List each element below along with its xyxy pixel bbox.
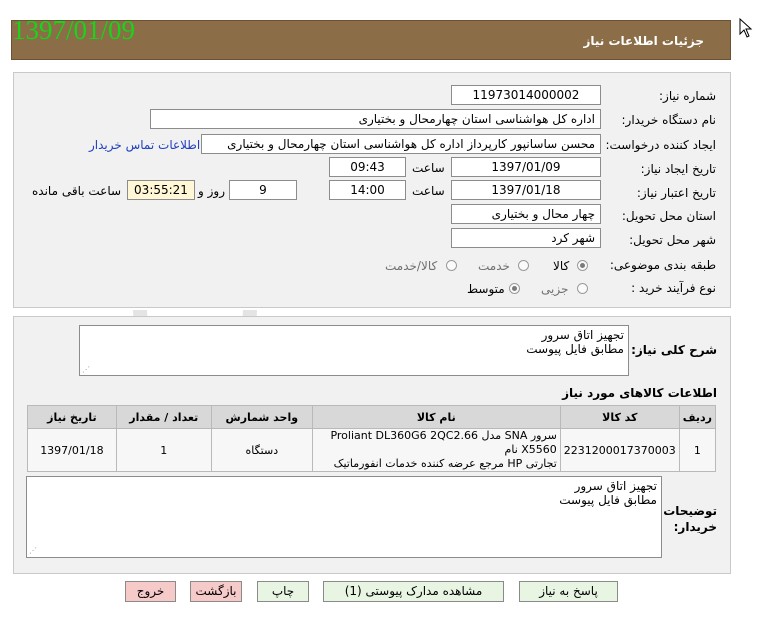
validity-time-field: 14:00 (329, 180, 406, 200)
summary-line-1: تجهیز اتاق سرور (541, 328, 624, 342)
notes-line-2: مطابق فایل پیوست (559, 493, 657, 507)
print-button[interactable]: چاپ (257, 581, 309, 602)
notes-line-1: تجهیز اتاق سرور (574, 479, 657, 493)
need-number-label: شماره نیاز: (659, 89, 716, 103)
created-date-label: تاریخ ایجاد نیاز: (640, 162, 716, 176)
process-type-label: نوع فرآیند خرید : (631, 281, 716, 295)
city-field: شهر کرد (451, 228, 601, 248)
category-goods-label: کالا (553, 259, 570, 273)
remaining-time-field: 03:55:21 (127, 180, 195, 200)
need-number-field: 11973014000002 (451, 85, 601, 105)
days-label: روز و (198, 184, 225, 198)
mouse-cursor-icon (739, 18, 753, 38)
reply-button[interactable]: پاسخ به نیاز (519, 581, 618, 602)
validity-date-field: 1397/01/18 (451, 180, 601, 200)
category-goods-radio[interactable] (577, 260, 588, 271)
exit-button[interactable]: خروج (125, 581, 176, 602)
col-code-header: کد کالا (559, 405, 680, 429)
cell-name: سرور SNA مدل Proliant DL360G6 2QC2.66 X5… (311, 428, 561, 472)
cell-name-line-2: تجارتی HP مرجع عرضه کننده خدمات انفورمات… (333, 457, 557, 470)
buyer-contact-link[interactable]: اطلاعات تماس خریدار (89, 138, 200, 152)
process-medium-radio[interactable] (509, 283, 520, 294)
created-time-label: ساعت (412, 161, 445, 175)
summary-label: شرح کلی نیاز: (631, 343, 717, 357)
category-goods-service-label: کالا/خدمت (385, 259, 438, 273)
resize-grip-icon[interactable]: ⋰ (82, 365, 90, 374)
validity-time-label: ساعت (412, 184, 445, 198)
validity-date-label: تاریخ اعتبار نیاز: (636, 186, 716, 200)
category-label: طبقه بندی موضوعی: (609, 258, 716, 272)
col-row-header: ردیف (678, 405, 717, 429)
remaining-days-field: 9 (229, 180, 297, 200)
process-minor-label: جزیی (541, 282, 569, 296)
goods-table-header-row: ردیف کد کالا نام کالا واحد شمارش تعداد /… (27, 405, 717, 429)
buyer-org-field: اداره کل هواشناسی استان چهارمحال و بختیا… (150, 109, 601, 129)
cell-qty: 1 (115, 428, 212, 472)
requester-field: محسن ساسانپور کارپرداز اداره کل هواشناسی… (201, 134, 601, 154)
resize-grip-icon[interactable]: ⋰ (29, 546, 37, 555)
city-label: شهر محل تحویل: (629, 233, 716, 247)
cell-name-line-1: سرور SNA مدل Proliant DL360G6 2QC2.66 X5… (330, 429, 557, 456)
goods-section-title: اطلاعات کالاهای مورد نیاز (562, 386, 717, 400)
category-goods-service-radio[interactable] (446, 260, 457, 271)
created-date-field: 1397/01/09 (451, 157, 601, 177)
process-minor-radio[interactable] (577, 283, 588, 294)
summary-textarea: تجهیز اتاق سرور مطابق فایل پیوست (79, 325, 629, 376)
cell-code: 2231200017370003 (559, 428, 680, 472)
buyer-notes-textarea: تجهیز اتاق سرور مطابق فایل پیوست (26, 476, 662, 558)
goods-table: ردیف کد کالا نام کالا واحد شمارش تعداد /… (27, 405, 717, 472)
requester-label: ایجاد کننده درخواست: (605, 138, 716, 152)
remaining-time-label: ساعت باقی مانده (32, 184, 122, 198)
buyer-notes-label: توضیحات خریدار: (663, 504, 717, 534)
back-button[interactable]: بازگشت (190, 581, 242, 602)
province-label: استان محل تحویل: (621, 209, 716, 223)
col-date-header: تاریخ نیاز (27, 405, 117, 429)
cell-date: 1397/01/18 (27, 428, 117, 472)
col-unit-header: واحد شمارش (210, 405, 313, 429)
created-time-field: 09:43 (329, 157, 406, 177)
page-title: جزئیات اطلاعات نیاز (583, 34, 704, 48)
cell-unit: دستگاه (210, 428, 313, 472)
process-medium-label: متوسط (467, 282, 505, 296)
col-name-header: نام کالا (311, 405, 561, 429)
table-row: 1 2231200017370003 سرور SNA مدل Proliant… (27, 428, 717, 472)
category-service-label: خدمت (478, 259, 510, 273)
province-field: چهار محال و بختیاری (451, 204, 601, 224)
summary-line-2: مطابق فایل پیوست (526, 342, 624, 356)
col-qty-header: تعداد / مقدار (115, 405, 212, 429)
date-stamp: 1397/01/09 (12, 15, 136, 45)
buyer-org-label: نام دستگاه خریدار: (621, 113, 717, 127)
category-service-radio[interactable] (518, 260, 529, 271)
view-attachments-button[interactable]: مشاهده مدارک پیوستی (1) (323, 581, 504, 602)
cell-row: 1 (678, 428, 717, 472)
